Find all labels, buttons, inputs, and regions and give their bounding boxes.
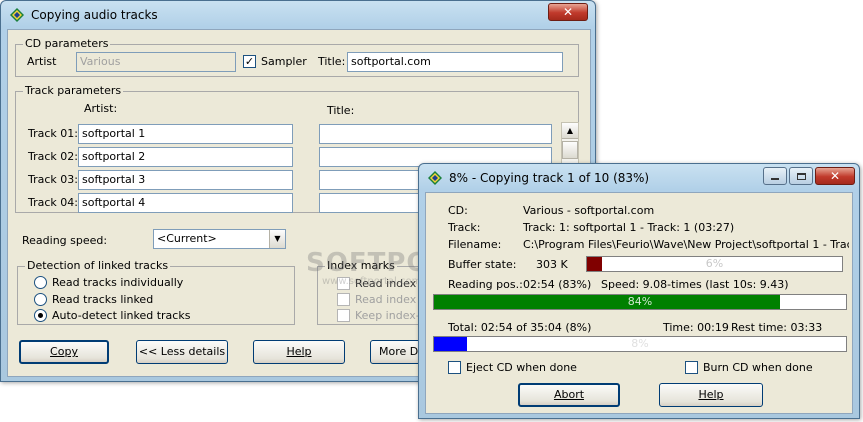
track-parameters-label: Track parameters — [23, 84, 124, 98]
track-info-value: Track: 1: softportal 1 - Track: 1 (03:27… — [523, 221, 735, 234]
track-label: Track 02: — [28, 150, 78, 163]
buffer-state-value: 303 K — [536, 258, 568, 271]
minimize-icon — [771, 177, 779, 180]
progress-help-button[interactable]: Help — [659, 383, 763, 407]
radio-auto-detect[interactable] — [34, 309, 47, 322]
chevron-down-icon: ▼ — [274, 234, 281, 243]
read-index-0-checkbox[interactable] — [337, 293, 350, 306]
abort-button[interactable]: Abort — [518, 383, 620, 407]
watermark-url: www.softportal.com — [322, 276, 422, 287]
radio-label: Auto-detect linked tracks — [52, 309, 191, 322]
window-title: Copying audio tracks — [31, 8, 158, 22]
maximize-button[interactable] — [789, 167, 813, 185]
track-artist-field[interactable]: softportal 3 — [78, 170, 293, 190]
total-progress-text: 8% — [631, 337, 649, 350]
filename-value: C:\Program Files\Feurio\Wave\New Project… — [523, 238, 849, 251]
close-icon: ✕ — [829, 169, 841, 183]
reading-speed-value: <Current> — [157, 232, 217, 245]
buffer-state-label: Buffer state: — [448, 258, 517, 271]
keep-index-0-checkbox[interactable] — [337, 309, 350, 322]
track-label: Track 01: — [28, 127, 78, 140]
time-text: Time: 00:19 — [663, 321, 729, 334]
track-artist-field[interactable]: softportal 1 — [78, 124, 293, 144]
dropdown-button[interactable]: ▼ — [269, 230, 285, 248]
cd-title-field[interactable]: softportal.com — [347, 52, 563, 72]
cd-artist-field[interactable]: Various — [76, 52, 236, 72]
filename-label: Filename: — [448, 238, 502, 251]
filename-clip: C:\Program Files\Feurio\Wave\New Project… — [523, 238, 849, 252]
track-progress-text: 84% — [627, 295, 653, 308]
close-button[interactable]: ✕ — [548, 3, 588, 21]
artist-label: Artist — [27, 55, 57, 68]
buffer-progress-text: 6% — [705, 257, 724, 270]
title-column-header: Title: — [327, 104, 355, 117]
rest-time-text: Rest time: 03:33 — [731, 321, 823, 334]
cd-title-label: Title: — [318, 55, 346, 68]
main-help-button[interactable]: Help — [253, 340, 345, 364]
minimize-button[interactable] — [763, 167, 787, 185]
total-text: Total: 02:54 of 35:04 (8%) — [448, 321, 592, 334]
track-label: Track 04: — [28, 196, 78, 209]
track-progress-bar: 84% — [433, 294, 847, 310]
burn-cd-checkbox[interactable] — [685, 361, 698, 374]
scroll-thumb[interactable] — [562, 141, 578, 159]
cd-info-label: CD: — [448, 204, 468, 217]
progress-window-client: CD: Various - softportal.com Track: Trac… — [425, 192, 853, 414]
radio-label: Read tracks individually — [52, 276, 184, 289]
maximize-icon — [796, 172, 806, 180]
main-help-label: Help — [286, 345, 312, 358]
close-icon: ✕ — [562, 5, 574, 19]
reading-pos-label: Reading pos.: — [448, 278, 523, 291]
scroll-up-button[interactable]: ▲ — [562, 123, 578, 139]
eject-cd-label: Eject CD when done — [466, 361, 577, 374]
progress-help-label: Help — [698, 388, 724, 401]
reading-pos-value: 02:54 (83%) — [523, 278, 592, 291]
track-label: Track 03: — [28, 173, 78, 186]
track-info-label: Track: — [448, 221, 481, 234]
radio-label: Read tracks linked — [52, 293, 154, 306]
arrow-up-icon: ▲ — [566, 126, 574, 135]
sampler-label: Sampler — [261, 55, 307, 68]
abort-label: Abort — [553, 388, 585, 401]
progress-close-button[interactable]: ✕ — [815, 167, 855, 185]
burn-cd-label: Burn CD when done — [703, 361, 813, 374]
track-artist-field[interactable]: softportal 2 — [78, 147, 293, 167]
progress-window: 8% - Copying track 1 of 10 (83%) ✕ CD: V… — [418, 163, 860, 419]
radio-read-linked[interactable] — [34, 293, 47, 306]
cd-parameters-label: CD parameters — [23, 37, 111, 51]
buffer-progress-bar: 6% — [586, 256, 843, 272]
speed-text: Speed: 9.08-times (last 10s: 9.43) — [601, 278, 789, 291]
track-title-field[interactable] — [319, 124, 552, 144]
reading-speed-label: Reading speed: — [22, 234, 108, 247]
reading-speed-select[interactable]: <Current> ▼ — [153, 229, 286, 249]
radio-read-individually[interactable] — [34, 276, 47, 289]
total-progress-bar: 8% — [433, 336, 847, 352]
less-details-button[interactable]: << Less details — [136, 340, 228, 364]
artist-column-header: Artist: — [84, 102, 118, 115]
index-option-label: Read index 0 — [355, 293, 427, 306]
less-details-label: << Less details — [138, 345, 226, 358]
cd-info-value: Various - softportal.com — [523, 204, 655, 217]
copy-button-label: Copy — [50, 345, 78, 358]
sampler-checkbox[interactable]: ✓ — [243, 55, 256, 68]
linked-tracks-label: Detection of linked tracks — [25, 259, 171, 273]
eject-cd-checkbox[interactable] — [448, 361, 461, 374]
track-artist-field[interactable]: softportal 4 — [78, 193, 293, 213]
copy-button[interactable]: Copy — [19, 340, 109, 364]
index-option-label: Keep index-0 — [355, 309, 427, 322]
